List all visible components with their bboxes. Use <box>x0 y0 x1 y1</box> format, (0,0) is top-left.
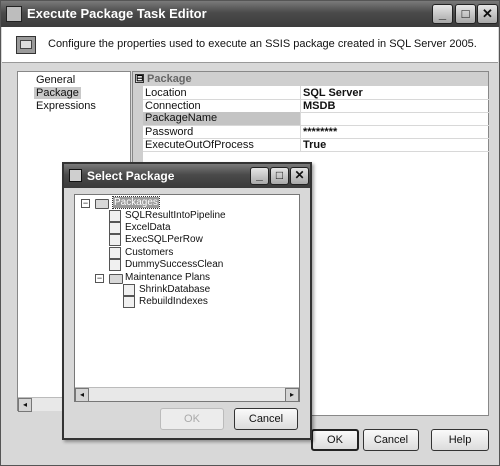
property-row-packagename[interactable]: PackageName <box>143 112 489 126</box>
package-icon <box>109 234 121 246</box>
collapse-icon[interactable]: − <box>81 199 90 208</box>
tree-horizontal-scrollbar[interactable]: ◂ ▸ <box>75 387 299 402</box>
property-name: Password <box>145 126 194 138</box>
package-icon <box>109 247 121 259</box>
package-icon <box>109 222 121 234</box>
property-name: PackageName <box>143 112 300 125</box>
property-divider <box>300 86 301 100</box>
minimize-button[interactable]: _ <box>432 4 453 24</box>
folder-icon <box>109 274 123 284</box>
package-icon <box>109 210 121 222</box>
category-label: Package <box>147 73 192 85</box>
dialog-cancel-button[interactable]: Cancel <box>234 408 298 430</box>
window-title: Execute Package Task Editor <box>27 6 207 21</box>
dialog-minimize-button[interactable]: _ <box>250 167 269 185</box>
property-divider <box>300 138 301 152</box>
tree-node-label[interactable]: ExcelData <box>125 222 171 233</box>
nav-item-general[interactable]: General <box>36 74 75 86</box>
property-value[interactable]: MSDB <box>303 100 335 112</box>
collapse-icon[interactable]: − <box>95 274 104 283</box>
dialog-ok-button[interactable]: OK <box>160 408 224 430</box>
property-row-password[interactable]: Password ******** <box>143 125 489 139</box>
property-value[interactable]: SQL Server <box>303 87 363 99</box>
package-tree: − Packages SQLResultIntoPipeline ExcelDa… <box>74 194 300 402</box>
header-description: Configure the properties used to execute… <box>48 38 477 50</box>
dialog-close-button[interactable]: ✕ <box>290 167 309 185</box>
tree-node-label[interactable]: SQLResultIntoPipeline <box>125 210 226 221</box>
property-row-executeoutofprocess[interactable]: ExecuteOutOfProcess True <box>143 138 489 152</box>
dialog-maximize-button[interactable]: □ <box>270 167 289 185</box>
tree-node-label[interactable]: Packages <box>112 196 160 209</box>
close-button[interactable]: ✕ <box>477 4 498 24</box>
tree-node-label[interactable]: ShrinkDatabase <box>139 284 210 295</box>
scroll-left-icon[interactable]: ◂ <box>18 398 32 412</box>
package-icon <box>123 284 135 296</box>
folder-open-icon <box>95 199 109 209</box>
dialog-titlebar[interactable]: Select Package _ □ ✕ <box>64 164 310 188</box>
header-area: Configure the properties used to execute… <box>2 27 498 63</box>
scroll-left-icon[interactable]: ◂ <box>75 388 89 402</box>
tree-node-label[interactable]: DummySuccessClean <box>125 259 223 270</box>
tree-node-label[interactable]: Maintenance Plans <box>125 272 210 283</box>
nav-item-expressions[interactable]: Expressions <box>36 100 96 112</box>
scroll-right-icon[interactable]: ▸ <box>285 388 299 402</box>
tree-node-label[interactable]: RebuildIndexes <box>139 296 208 307</box>
maximize-button[interactable]: □ <box>455 4 476 24</box>
property-divider <box>300 99 301 113</box>
ok-button[interactable]: OK <box>311 429 359 451</box>
package-icon <box>123 296 135 308</box>
window-titlebar[interactable]: Execute Package Task Editor _ □ ✕ <box>1 1 499 27</box>
dialog-title: Select Package <box>87 169 175 183</box>
property-name: Location <box>145 87 187 99</box>
cancel-button[interactable]: Cancel <box>363 429 419 451</box>
property-divider <box>300 125 301 139</box>
collapse-icon[interactable]: ⊟ <box>135 74 144 83</box>
tree-node-label[interactable]: Customers <box>125 247 173 258</box>
property-category-package[interactable]: ⊟ Package <box>133 72 488 86</box>
property-name: Connection <box>145 100 201 112</box>
property-row-location[interactable]: Location SQL Server <box>143 86 489 100</box>
dialog-app-icon <box>69 169 82 182</box>
package-icon <box>109 259 121 271</box>
help-button[interactable]: Help <box>431 429 489 451</box>
property-value[interactable]: True <box>303 139 326 151</box>
package-task-icon <box>16 36 36 54</box>
select-package-dialog: Select Package _ □ ✕ − Packages SQLResul… <box>62 162 312 440</box>
tree-node-label[interactable]: ExecSQLPerRow <box>125 234 203 245</box>
property-name: ExecuteOutOfProcess <box>145 139 254 151</box>
app-icon <box>6 6 22 22</box>
nav-item-package[interactable]: Package <box>34 87 81 99</box>
property-row-connection[interactable]: Connection MSDB <box>143 99 489 113</box>
property-value[interactable]: ******** <box>303 126 337 138</box>
property-divider <box>300 112 301 126</box>
